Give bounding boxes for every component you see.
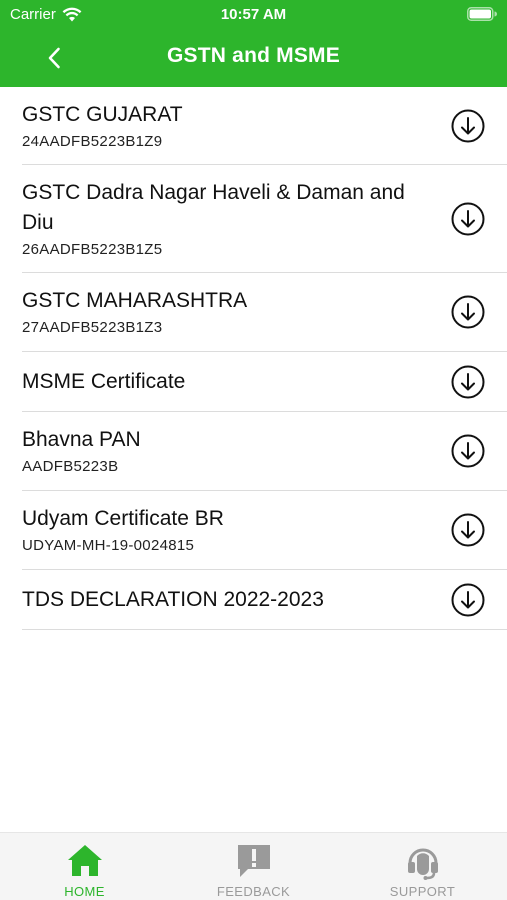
document-list: GSTC GUJARAT 24AADFB5223B1Z9 GSTC Dadra … xyxy=(0,87,507,630)
document-title: GSTC MAHARASHTRA xyxy=(22,289,248,312)
document-title: MSME Certificate xyxy=(22,369,186,393)
tab-bar: HOME FEEDBACK SUPPORT xyxy=(0,832,507,900)
document-row-gstc-gujarat[interactable]: GSTC GUJARAT 24AADFB5223B1Z9 xyxy=(22,87,507,165)
tab-label: SUPPORT xyxy=(389,884,456,899)
tab-feedback[interactable]: FEEDBACK xyxy=(169,833,338,900)
document-row-bhavna-pan[interactable]: Bhavna PAN AADFB5223B xyxy=(22,412,507,491)
header: Carrier 10:57 AM GSTN and MSME xyxy=(0,0,507,87)
download-icon[interactable] xyxy=(451,365,485,399)
document-title: TDS DECLARATION 2022-2023 xyxy=(22,587,324,611)
tab-label: HOME xyxy=(64,884,105,899)
document-subtitle: 26AADFB5223B1Z5 xyxy=(22,240,163,258)
document-text: TDS DECLARATION 2022-2023 xyxy=(22,585,451,615)
document-row-gstc-maharashtra[interactable]: GSTC MAHARASHTRA 27AADFB5223B1Z3 xyxy=(22,273,507,352)
status-time: 10:57 AM xyxy=(220,6,287,23)
page-title: GSTN and MSME xyxy=(167,44,340,67)
headset-icon xyxy=(407,848,438,880)
document-subtitle: 24AADFB5223B1Z9 xyxy=(22,132,163,150)
download-icon[interactable] xyxy=(451,109,485,143)
document-text: Bhavna PAN AADFB5223B xyxy=(22,425,451,477)
document-text: GSTC Dadra Nagar Haveli & Daman and Diu … xyxy=(22,178,451,260)
download-icon[interactable] xyxy=(451,295,485,329)
nav-bar: GSTN and MSME xyxy=(0,30,507,87)
download-icon[interactable] xyxy=(451,202,485,236)
document-text: MSME Certificate xyxy=(22,367,451,397)
download-icon[interactable] xyxy=(451,583,485,617)
document-row-tds-declaration[interactable]: TDS DECLARATION 2022-2023 xyxy=(22,570,507,630)
home-icon xyxy=(67,845,102,876)
tab-label: FEEDBACK xyxy=(216,884,291,899)
document-subtitle: 27AADFB5223B1Z3 xyxy=(22,319,163,336)
status-bar: Carrier 10:57 AM xyxy=(0,0,507,30)
document-row-gstc-dadra[interactable]: GSTC Dadra Nagar Haveli & Daman and Diu … xyxy=(22,165,507,273)
tab-home[interactable]: HOME xyxy=(0,833,169,900)
document-text: GSTC MAHARASHTRA 27AADFB5223B1Z3 xyxy=(22,286,451,338)
download-icon[interactable] xyxy=(451,513,485,547)
download-icon[interactable] xyxy=(451,434,485,468)
document-row-msme-certificate[interactable]: MSME Certificate xyxy=(22,352,507,412)
feedback-icon xyxy=(237,845,270,877)
document-title: Udyam Certificate BR xyxy=(22,507,224,530)
document-subtitle: AADFB5223B xyxy=(22,458,119,475)
document-subtitle: UDYAM-MH-19-0024815 xyxy=(22,537,195,554)
battery-icon xyxy=(467,7,497,21)
document-title: GSTC GUJARAT xyxy=(22,102,183,126)
document-title: Bhavna PAN xyxy=(22,428,141,451)
app-screen: Carrier 10:57 AM GSTN and MSME GSTC GUJA… xyxy=(0,0,507,900)
document-row-udyam-certificate[interactable]: Udyam Certificate BR UDYAM-MH-19-0024815 xyxy=(22,491,507,570)
document-text: Udyam Certificate BR UDYAM-MH-19-0024815 xyxy=(22,504,451,556)
document-text: GSTC GUJARAT 24AADFB5223B1Z9 xyxy=(22,100,451,152)
tab-support[interactable]: SUPPORT xyxy=(338,833,507,900)
document-title: GSTC Dadra Nagar Haveli & Daman and Diu xyxy=(22,180,405,234)
